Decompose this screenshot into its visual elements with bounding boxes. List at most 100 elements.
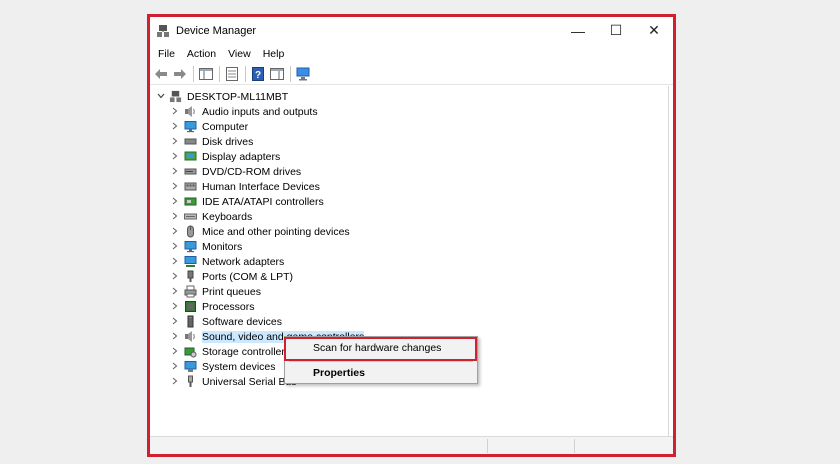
tree-item[interactable]: Display adapters	[170, 149, 364, 164]
minimize-button[interactable]: —	[559, 17, 597, 44]
chevron-right-icon[interactable]	[170, 271, 180, 283]
status-bar	[150, 436, 673, 454]
usb-icon	[184, 375, 197, 388]
tree-item-label: Software devices	[202, 315, 282, 328]
display-adapter-icon	[184, 150, 197, 163]
tree-item[interactable]: Print queues	[170, 284, 364, 299]
chevron-right-icon[interactable]	[170, 241, 180, 253]
chevron-right-icon[interactable]	[170, 256, 180, 268]
menu-action[interactable]: Action	[181, 48, 222, 60]
tree-item[interactable]: Monitors	[170, 239, 364, 254]
help-icon[interactable]: ?	[250, 66, 266, 82]
tree-item-label: Ports (COM & LPT)	[202, 270, 294, 283]
tree-item-label: Disk drives	[202, 135, 254, 148]
maximize-button[interactable]: ☐	[597, 17, 635, 44]
chevron-right-icon[interactable]	[170, 361, 180, 373]
tree-item-label: Keyboards	[202, 210, 253, 223]
chevron-right-icon[interactable]	[170, 331, 180, 343]
chevron-right-icon[interactable]	[170, 136, 180, 148]
monitor-icon	[184, 240, 197, 253]
chevron-right-icon[interactable]	[170, 346, 180, 358]
toolbar-separator	[193, 66, 194, 82]
toolbar: ?	[150, 64, 673, 85]
tree-root-label: DESKTOP-ML11MBT	[187, 90, 289, 103]
menu-view[interactable]: View	[222, 48, 257, 60]
tree-item-label: Monitors	[202, 240, 243, 253]
back-arrow-icon[interactable]	[153, 66, 169, 82]
tree-item[interactable]: Disk drives	[170, 134, 364, 149]
hid-icon	[184, 180, 197, 193]
properties-icon[interactable]	[224, 66, 240, 82]
chevron-right-icon[interactable]	[170, 166, 180, 178]
device-manager-icon	[156, 24, 170, 38]
tree-item[interactable]: DVD/CD-ROM drives	[170, 164, 364, 179]
keyboard-icon	[184, 210, 197, 223]
tree-item-label: System devices	[202, 360, 276, 373]
computer-root-icon	[169, 90, 182, 103]
printer-icon	[184, 285, 197, 298]
speaker-icon	[184, 330, 197, 343]
window-title: Device Manager	[176, 24, 257, 37]
chevron-right-icon[interactable]	[170, 181, 180, 193]
device-tree: DESKTOP-ML11MBT Audio inputs and outputs…	[150, 86, 669, 437]
ide-icon	[184, 195, 197, 208]
chevron-right-icon[interactable]	[170, 106, 180, 118]
tree-item-label: Audio inputs and outputs	[202, 105, 318, 118]
tree-item-label: Computer	[202, 120, 249, 133]
tree-item[interactable]: IDE ATA/ATAPI controllers	[170, 194, 364, 209]
tree-item[interactable]: Keyboards	[170, 209, 364, 224]
menu-help[interactable]: Help	[257, 48, 291, 60]
chevron-right-icon[interactable]	[170, 151, 180, 163]
tree-item-label: Mice and other pointing devices	[202, 225, 350, 238]
tree-root[interactable]: DESKTOP-ML11MBT	[156, 89, 288, 104]
tree-item-label: Processors	[202, 300, 255, 313]
chevron-right-icon[interactable]	[170, 121, 180, 133]
chevron-right-icon[interactable]	[170, 226, 180, 238]
forward-arrow-icon[interactable]	[172, 66, 188, 82]
tree-item[interactable]: Mice and other pointing devices	[170, 224, 364, 239]
speaker-icon	[184, 105, 197, 118]
tree-item-label: Human Interface Devices	[202, 180, 320, 193]
context-menu: Scan for hardware changes Properties	[284, 336, 478, 384]
chevron-right-icon[interactable]	[170, 376, 180, 388]
tree-item[interactable]: Software devices	[170, 314, 364, 329]
tree-item-label: Storage controllers	[202, 345, 291, 358]
scan-hardware-icon[interactable]	[295, 66, 311, 82]
tree-item[interactable]: Computer	[170, 119, 364, 134]
close-button[interactable]: ✕	[635, 17, 673, 44]
show-hide-console-tree-icon[interactable]	[198, 66, 214, 82]
title-bar: Device Manager — ☐ ✕	[150, 17, 673, 44]
network-icon	[184, 255, 197, 268]
toolbar-separator	[245, 66, 246, 82]
menu-bar: File Action View Help	[150, 44, 673, 64]
tree-item-label: IDE ATA/ATAPI controllers	[202, 195, 324, 208]
software-device-icon	[184, 315, 197, 328]
action-pane-icon[interactable]	[269, 66, 285, 82]
tree-item[interactable]: Human Interface Devices	[170, 179, 364, 194]
mouse-icon	[184, 225, 197, 238]
tree-item-label: Network adapters	[202, 255, 285, 268]
chevron-right-icon[interactable]	[170, 286, 180, 298]
dvd-icon	[184, 165, 197, 178]
tree-item[interactable]: Audio inputs and outputs	[170, 104, 364, 119]
chevron-down-icon[interactable]	[156, 92, 166, 101]
properties-menu-item[interactable]: Properties	[285, 363, 477, 383]
svg-text:?: ?	[255, 70, 261, 81]
device-manager-window: Device Manager — ☐ ✕ File Action View He…	[150, 17, 673, 454]
tree-item-label: DVD/CD-ROM drives	[202, 165, 302, 178]
system-icon	[184, 360, 197, 373]
tree-item[interactable]: Network adapters	[170, 254, 364, 269]
menu-file[interactable]: File	[152, 48, 181, 60]
chevron-right-icon[interactable]	[170, 316, 180, 328]
chevron-right-icon[interactable]	[170, 301, 180, 313]
tree-item-label: Print queues	[202, 285, 261, 298]
tree-item[interactable]: Processors	[170, 299, 364, 314]
chevron-right-icon[interactable]	[170, 211, 180, 223]
storage-icon	[184, 345, 197, 358]
port-icon	[184, 270, 197, 283]
chevron-right-icon[interactable]	[170, 196, 180, 208]
properties-label: Properties	[313, 367, 365, 379]
monitor-icon	[184, 120, 197, 133]
tree-item[interactable]: Ports (COM & LPT)	[170, 269, 364, 284]
disk-icon	[184, 135, 197, 148]
